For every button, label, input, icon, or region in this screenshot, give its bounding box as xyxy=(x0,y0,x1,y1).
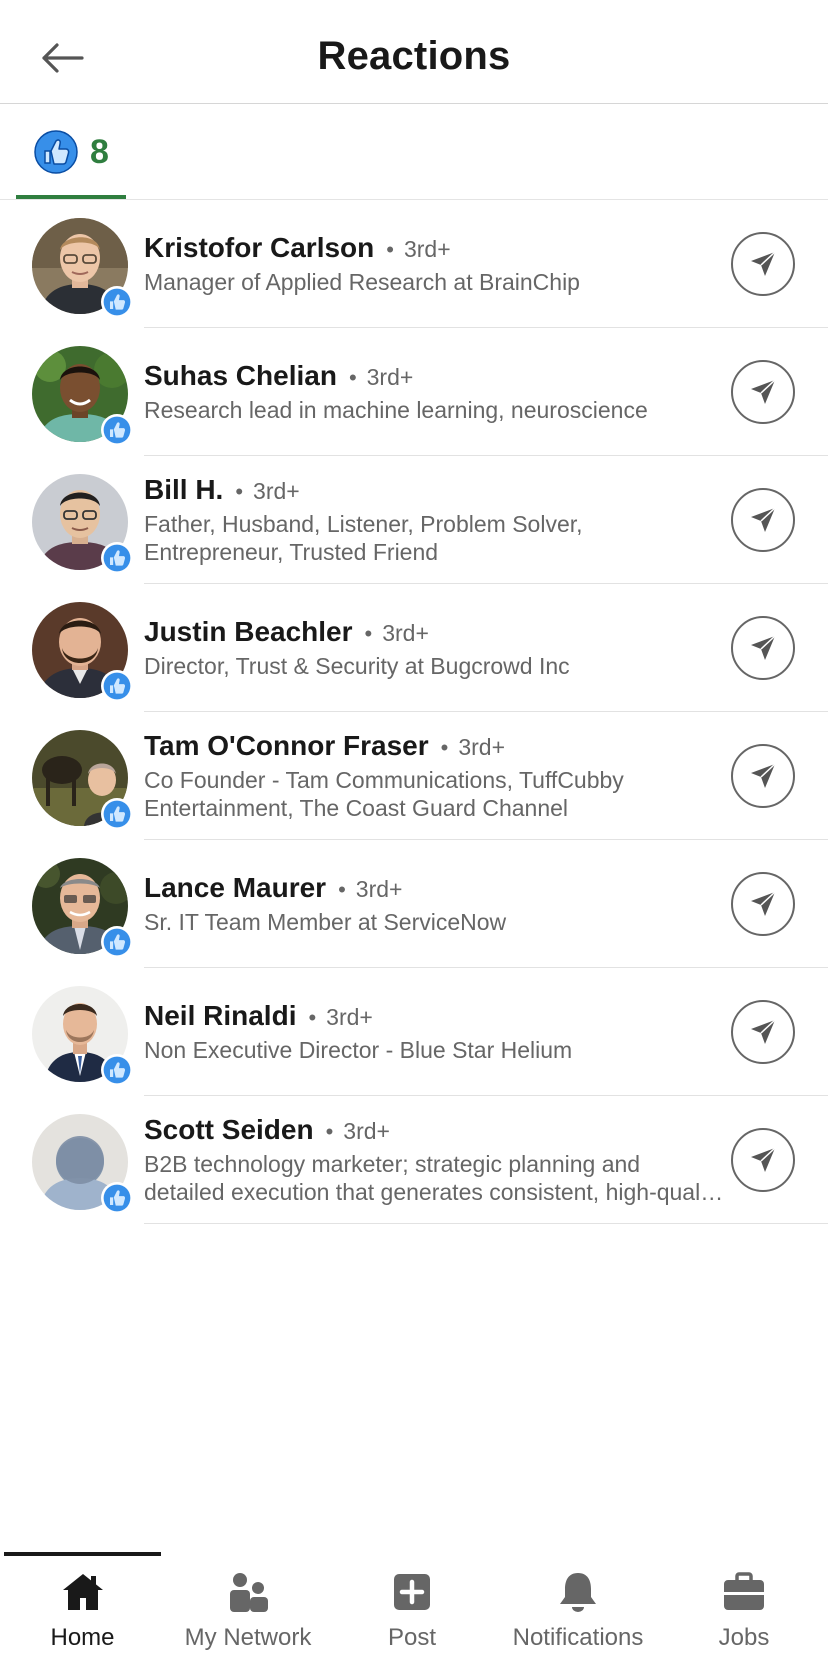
reactor-name[interactable]: Tam O'Connor Fraser xyxy=(144,730,429,762)
connection-degree: 3rd+ xyxy=(366,364,414,390)
nav-post[interactable]: Post xyxy=(338,1564,486,1664)
divider xyxy=(144,1222,828,1224)
connection-degree: 3rd+ xyxy=(355,876,403,902)
send-message-button[interactable] xyxy=(731,1128,795,1192)
home-icon xyxy=(61,1570,105,1614)
reactor-info: Neil Rinaldi • 3rd+ Non Executive Direct… xyxy=(144,968,724,1096)
like-count: 8 xyxy=(90,132,109,171)
separator: • xyxy=(325,1119,334,1144)
nav-label: Post xyxy=(387,1624,437,1651)
send-icon xyxy=(751,1019,776,1044)
reactor-info: Suhas Chelian • 3rd+ Research lead in ma… xyxy=(144,328,724,456)
reactor-name[interactable]: Kristofor Carlson xyxy=(144,232,374,264)
reactor-headline: Father, Husband, Listener, Problem Solve… xyxy=(144,511,583,565)
like-badge-icon xyxy=(101,286,133,318)
reactor-info: Tam O'Connor Fraser • 3rd+ Co Founder - … xyxy=(144,712,724,840)
list-item[interactable]: Neil Rinaldi • 3rd+ Non Executive Direct… xyxy=(0,968,828,1096)
connection-degree: 3rd+ xyxy=(458,734,506,760)
briefcase-icon xyxy=(722,1570,766,1614)
separator: • xyxy=(308,1005,317,1030)
reactor-name[interactable]: Suhas Chelian xyxy=(144,360,337,392)
reactor-headline: Co Founder - Tam Communications, TuffCub… xyxy=(144,767,624,821)
separator: • xyxy=(235,479,244,504)
send-icon xyxy=(751,507,776,532)
like-badge-icon xyxy=(101,926,133,958)
send-icon xyxy=(751,379,776,404)
send-message-button[interactable] xyxy=(731,616,795,680)
send-icon xyxy=(751,763,776,788)
reactor-name[interactable]: Neil Rinaldi xyxy=(144,1000,296,1032)
bell-icon xyxy=(556,1570,600,1614)
thumbs-up-icon xyxy=(34,130,78,174)
list-item[interactable]: Suhas Chelian • 3rd+ Research lead in ma… xyxy=(0,328,828,456)
list-item[interactable]: Bill H. • 3rd+ Father, Husband, Listener… xyxy=(0,456,828,584)
send-message-button[interactable] xyxy=(731,1000,795,1064)
nav-label: Notifications xyxy=(512,1624,644,1651)
nav-jobs[interactable]: Jobs xyxy=(672,1564,816,1664)
separator: • xyxy=(348,365,357,390)
send-icon xyxy=(751,891,776,916)
reactor-headline: Sr. IT Team Member at ServiceNow xyxy=(144,909,507,935)
connection-degree: 3rd+ xyxy=(253,478,300,504)
reactor-info: Justin Beachler • 3rd+ Director, Trust &… xyxy=(144,584,724,712)
reactor-headline: Director, Trust & Security at Bugcrowd I… xyxy=(144,653,570,679)
reactions-list: Kristofor Carlson • 3rd+ Manager of Appl… xyxy=(0,200,828,1224)
nav-home[interactable]: Home xyxy=(4,1564,161,1664)
list-item[interactable]: Justin Beachler • 3rd+ Director, Trust &… xyxy=(0,584,828,712)
reactor-headline: Non Executive Director - Blue Star Heliu… xyxy=(144,1037,573,1063)
tab-like[interactable]: 8 xyxy=(16,104,126,200)
nav-label: My Network xyxy=(184,1624,312,1651)
connection-degree: 3rd+ xyxy=(382,620,429,646)
nav-my-network[interactable]: My Network xyxy=(166,1564,330,1664)
send-icon xyxy=(751,251,776,276)
page-title: Reactions xyxy=(317,34,511,78)
list-item[interactable]: Tam O'Connor Fraser • 3rd+ Co Founder - … xyxy=(0,712,828,840)
separator: • xyxy=(386,237,394,262)
send-message-button[interactable] xyxy=(731,360,795,424)
like-badge-icon xyxy=(101,1054,133,1086)
send-message-button[interactable] xyxy=(731,744,795,808)
nav-label: Jobs xyxy=(718,1624,770,1651)
reactor-name[interactable]: Lance Maurer xyxy=(144,872,326,904)
send-icon xyxy=(751,1147,776,1172)
reactor-info: Bill H. • 3rd+ Father, Husband, Listener… xyxy=(144,456,724,584)
reactor-name[interactable]: Justin Beachler xyxy=(144,616,353,648)
reactor-info: Lance Maurer • 3rd+ Sr. IT Team Member a… xyxy=(144,840,724,968)
reactor-headline: B2B technology marketer; strategic plann… xyxy=(144,1151,724,1205)
connection-degree: 3rd+ xyxy=(326,1004,373,1030)
list-item[interactable]: Scott Seiden • 3rd+ B2B technology marke… xyxy=(0,1096,828,1224)
like-badge-icon xyxy=(101,414,133,446)
reactor-headline: Research lead in machine learning, neuro… xyxy=(144,397,648,423)
connection-degree: 3rd+ xyxy=(403,236,451,262)
like-badge-icon xyxy=(101,798,133,830)
separator: • xyxy=(364,621,373,646)
bottom-nav: Home My Network Post Notifications Jobs xyxy=(0,1552,828,1677)
reactor-headline: Manager of Applied Research at BrainChip xyxy=(144,269,580,295)
reactor-name[interactable]: Scott Seiden xyxy=(144,1114,314,1146)
like-badge-icon xyxy=(101,542,133,574)
reactor-info: Scott Seiden • 3rd+ B2B technology marke… xyxy=(144,1096,724,1224)
nav-notifications[interactable]: Notifications xyxy=(498,1564,658,1664)
reactor-info: Kristofor Carlson • 3rd+ Manager of Appl… xyxy=(144,200,724,328)
post-plus-icon xyxy=(390,1570,434,1614)
send-message-button[interactable] xyxy=(731,488,795,552)
like-badge-icon xyxy=(101,1182,133,1214)
send-message-button[interactable] xyxy=(731,872,795,936)
active-nav-indicator xyxy=(4,1552,161,1556)
send-message-button[interactable] xyxy=(731,232,795,296)
separator: • xyxy=(338,877,346,902)
reactor-name[interactable]: Bill H. xyxy=(144,474,223,506)
reaction-tabs: 8 xyxy=(0,104,828,200)
list-item[interactable]: Lance Maurer • 3rd+ Sr. IT Team Member a… xyxy=(0,840,828,968)
like-badge-icon xyxy=(101,670,133,702)
active-tab-indicator xyxy=(16,195,126,199)
network-icon xyxy=(226,1570,270,1614)
nav-label: Home xyxy=(50,1624,115,1651)
list-item[interactable]: Kristofor Carlson • 3rd+ Manager of Appl… xyxy=(0,200,828,328)
header: Reactions xyxy=(0,0,828,104)
connection-degree: 3rd+ xyxy=(343,1118,390,1144)
separator: • xyxy=(440,735,449,760)
send-icon xyxy=(751,635,776,660)
